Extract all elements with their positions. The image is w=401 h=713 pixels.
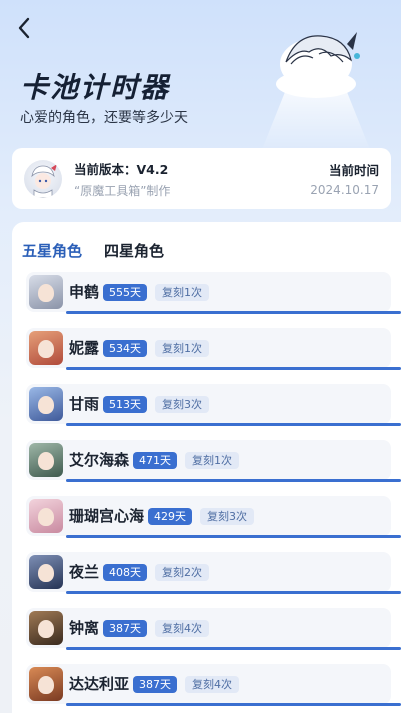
- character-name: 申鹤: [69, 283, 100, 301]
- wait-progress-bar: [66, 703, 401, 706]
- character-row[interactable]: 珊瑚宫心海 429天 复刻3次: [26, 496, 401, 538]
- wait-progress-fill: [66, 703, 401, 706]
- days-waiting-badge: 471天: [133, 452, 178, 469]
- wait-progress-fill: [66, 423, 401, 426]
- character-row[interactable]: 艾尔海森 471天 复刻1次: [26, 440, 401, 482]
- wait-progress-bar: [66, 311, 401, 314]
- wait-progress-bar: [66, 535, 401, 538]
- character-row[interactable]: 夜兰 408天 复刻2次: [26, 552, 401, 594]
- character-avatar: [29, 611, 63, 645]
- character-list-panel: 五星角色 四星角色 申鹤 555天 复刻1次 妮露 534天 复刻1次 甘雨 513天 复刻3次…: [12, 222, 401, 713]
- wait-progress-bar: [66, 479, 401, 482]
- character-avatar: [29, 331, 63, 365]
- character-avatar: [29, 443, 63, 477]
- days-waiting-badge: 387天: [133, 676, 178, 693]
- character-avatar: [29, 387, 63, 421]
- rerun-count-badge: 复刻3次: [155, 396, 210, 413]
- wait-progress-fill: [66, 591, 401, 594]
- version-info-card: 当前版本：V4.2 “原魔工具箱”制作 当前时间 2024.10.17: [12, 148, 391, 209]
- wait-progress-bar: [66, 423, 401, 426]
- days-waiting-badge: 534天: [103, 340, 148, 357]
- rerun-count-badge: 复刻4次: [185, 676, 240, 693]
- current-time-label: 当前时间: [328, 163, 379, 178]
- wait-progress-bar: [66, 591, 401, 594]
- rerun-count-badge: 复刻1次: [185, 452, 240, 469]
- character-avatar: [29, 667, 63, 701]
- wait-progress-bar: [66, 647, 401, 650]
- days-waiting-badge: 555天: [103, 284, 148, 301]
- chevron-left-icon: [18, 17, 30, 39]
- character-name: 甘雨: [69, 395, 100, 413]
- rerun-count-badge: 复刻3次: [200, 508, 255, 525]
- wait-progress-fill: [66, 311, 401, 314]
- wait-progress-bar: [66, 367, 401, 370]
- character-avatar: [29, 555, 63, 589]
- wait-progress-fill: [66, 535, 401, 538]
- wait-progress-fill: [66, 647, 401, 650]
- page-subtitle: 心爱的角色，还要等多少天: [20, 110, 188, 126]
- current-time-value: 2024.10.17: [310, 183, 379, 197]
- character-name: 妮露: [69, 339, 100, 357]
- character-name: 夜兰: [69, 563, 100, 581]
- character-name: 达达利亚: [69, 675, 130, 693]
- mascot-image: [261, 22, 371, 152]
- maker-label: “原魔工具箱”制作: [74, 183, 171, 198]
- character-row[interactable]: 钟离 387天 复刻4次: [26, 608, 401, 650]
- tab-five-star[interactable]: 五星角色: [22, 240, 82, 261]
- days-waiting-badge: 387天: [103, 620, 148, 637]
- rerun-count-badge: 复刻2次: [155, 564, 210, 581]
- character-row[interactable]: 申鹤 555天 复刻1次: [26, 272, 401, 314]
- days-waiting-badge: 429天: [148, 508, 193, 525]
- tab-bar: 五星角色 四星角色: [22, 240, 164, 261]
- character-row[interactable]: 甘雨 513天 复刻3次: [26, 384, 401, 426]
- rerun-count-badge: 复刻4次: [155, 620, 210, 637]
- rerun-count-badge: 复刻1次: [155, 284, 210, 301]
- character-row[interactable]: 达达利亚 387天 复刻4次: [26, 664, 401, 706]
- wait-progress-fill: [66, 479, 401, 482]
- wait-progress-fill: [66, 367, 401, 370]
- app-avatar: [24, 159, 62, 198]
- tab-four-star[interactable]: 四星角色: [104, 240, 164, 261]
- character-name: 珊瑚宫心海: [69, 507, 145, 525]
- character-avatar: [29, 275, 63, 309]
- page-title: 卡池计时器: [20, 71, 171, 104]
- rerun-count-badge: 复刻1次: [155, 340, 210, 357]
- days-waiting-badge: 513天: [103, 396, 148, 413]
- version-label: 当前版本：V4.2: [74, 161, 169, 177]
- days-waiting-badge: 408天: [103, 564, 148, 581]
- character-avatar: [29, 499, 63, 533]
- back-button[interactable]: [12, 14, 36, 42]
- character-name: 艾尔海森: [69, 451, 130, 469]
- character-row[interactable]: 妮露 534天 复刻1次: [26, 328, 401, 370]
- character-name: 钟离: [69, 619, 100, 637]
